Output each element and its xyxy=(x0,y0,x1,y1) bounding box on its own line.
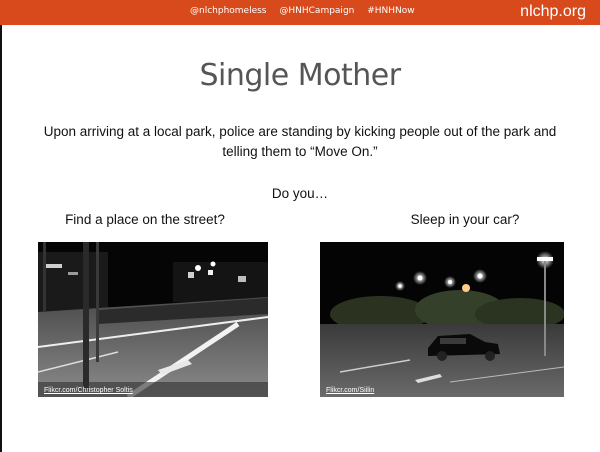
hashtag-hnhnow[interactable]: #HNHNow xyxy=(367,6,414,16)
question-text: Do you… xyxy=(271,186,329,201)
car-photo-image xyxy=(320,242,564,397)
handle-hnhcampaign[interactable]: @HNHCampaign xyxy=(279,6,354,16)
option-car-label: Sleep in your car? xyxy=(410,212,520,227)
car-photo: Flikcr.com/Siilin xyxy=(320,242,564,397)
site-link[interactable]: nlchp.org xyxy=(520,3,586,21)
street-photo-image xyxy=(38,242,268,397)
social-handles: @nlchphomeless @HNHCampaign #HNHNow xyxy=(190,6,425,16)
slide: @nlchphomeless @HNHCampaign #HNHNow nlch… xyxy=(0,0,600,452)
street-photo: Flikcr.com/Christopher Soltis xyxy=(38,242,268,397)
header-bar: @nlchphomeless @HNHCampaign #HNHNow nlch… xyxy=(0,0,600,25)
option-street-label: Find a place on the street? xyxy=(65,212,225,227)
slide-title: Single Mother xyxy=(199,58,401,93)
scenario-text: Upon arriving at a local park, police ar… xyxy=(43,124,557,159)
street-photo-credit[interactable]: Flikcr.com/Christopher Soltis xyxy=(44,387,133,394)
car-photo-credit[interactable]: Flikcr.com/Siilin xyxy=(326,387,374,394)
handle-nlchphomeless[interactable]: @nlchphomeless xyxy=(190,6,267,16)
